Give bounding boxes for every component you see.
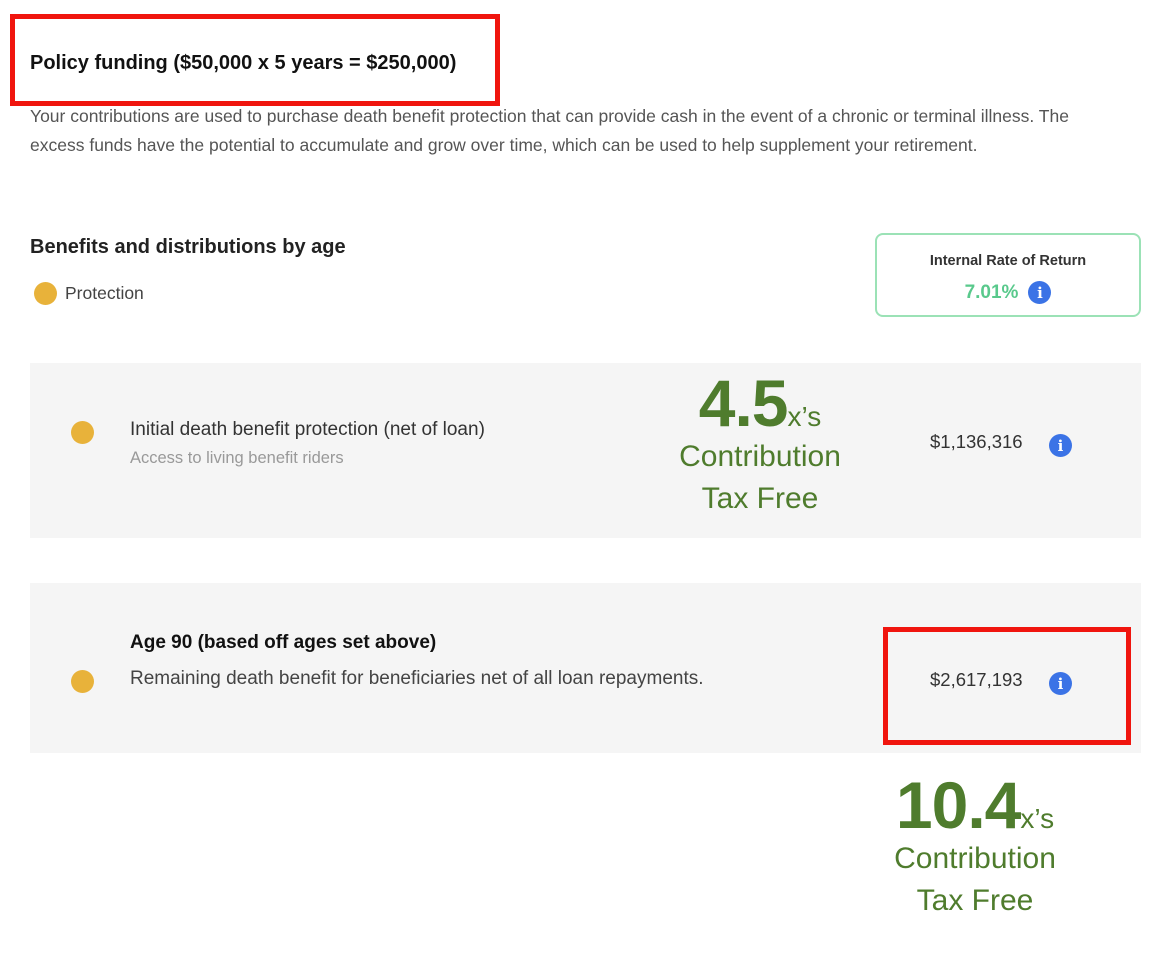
initial-benefit-multiple-suffix: x’s: [787, 401, 822, 432]
protection-dot-icon: [71, 670, 94, 693]
irr-info-icon[interactable]: i: [1028, 281, 1052, 304]
initial-death-benefit-value: $1,136,316: [930, 431, 1023, 452]
protection-legend: Protection: [34, 282, 144, 305]
age-90-tax-free-label: Tax Free: [916, 884, 1034, 917]
value-highlight-box: [883, 627, 1131, 745]
age-90-multiple-number: 10.4: [895, 768, 1021, 842]
benefits-heading: Benefits and distributions by age: [30, 236, 346, 258]
initial-benefit-multiple-overlay: 4.5x’s Contribution Tax Free: [630, 370, 890, 520]
initial-death-benefit-info-icon[interactable]: i: [1049, 434, 1072, 457]
age-90-multiple-suffix: x’s: [1020, 803, 1055, 834]
protection-legend-label: Protection: [65, 283, 144, 303]
remaining-death-benefit-description: Remaining death benefit for beneficiarie…: [130, 668, 704, 689]
initial-benefit-contribution-label: Contribution: [679, 440, 841, 473]
age-90-multiple: 10.4x’s: [840, 772, 1110, 838]
title-highlight-box: [10, 14, 500, 106]
initial-death-benefit-title: Initial death benefit protection (net of…: [130, 419, 485, 440]
age-90-title: Age 90 (based off ages set above): [130, 632, 437, 653]
policy-funding-page: Policy funding ($50,000 x 5 years = $250…: [0, 0, 1154, 959]
internal-rate-of-return-card: Internal Rate of Return 7.01% i: [875, 233, 1141, 317]
age-90-contribution-label: Contribution: [894, 842, 1056, 875]
irr-value: 7.01%: [964, 281, 1019, 303]
irr-value-row: 7.01% i: [877, 281, 1139, 304]
initial-benefit-tax-free-label: Tax Free: [701, 482, 819, 515]
protection-legend-dot-icon: [34, 282, 57, 305]
initial-benefit-multiple: 4.5x’s: [630, 370, 890, 436]
protection-dot-icon: [71, 421, 94, 444]
living-benefit-riders-subtitle: Access to living benefit riders: [130, 449, 344, 467]
initial-death-benefit-card: Initial death benefit protection (net of…: [30, 363, 1141, 538]
irr-label: Internal Rate of Return: [929, 253, 1087, 269]
initial-benefit-multiple-number: 4.5: [698, 366, 789, 440]
age-90-multiple-overlay: 10.4x’s Contribution Tax Free: [840, 772, 1110, 922]
policy-funding-description: Your contributions are used to purchase …: [30, 106, 1069, 155]
